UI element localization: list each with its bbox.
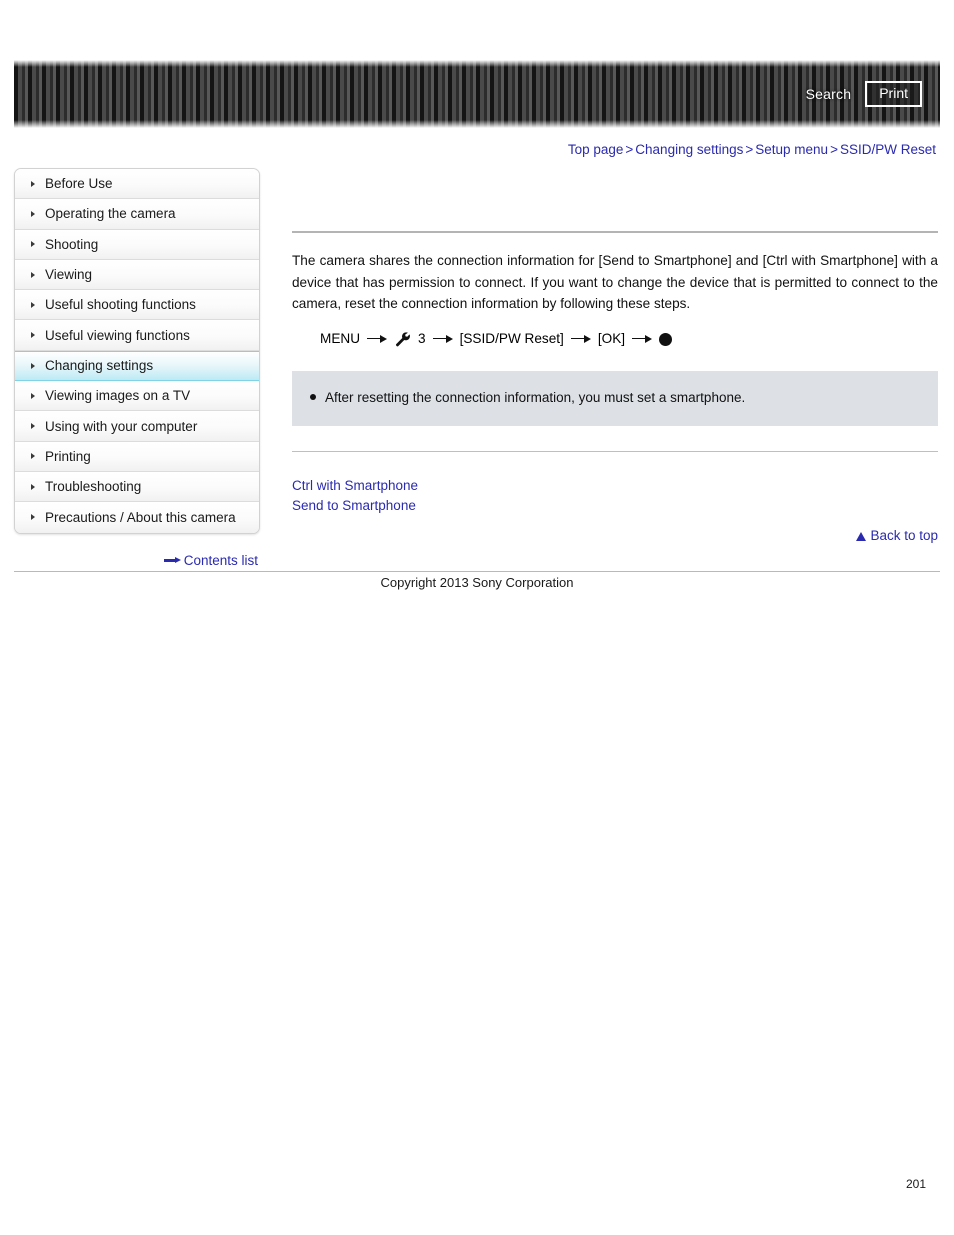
filled-circle-icon <box>659 332 673 346</box>
bullet-icon <box>310 394 316 401</box>
menu-path-step-ok: [OK] <box>597 331 626 347</box>
content-top-divider <box>292 231 938 233</box>
chevron-right-icon <box>31 392 35 399</box>
sidebar-item-precautions-about-this-camera[interactable]: Precautions / About this camera <box>15 502 259 533</box>
site-header: Search Print <box>14 60 940 128</box>
contents-list-label: Contents list <box>183 553 258 568</box>
sidebar-item-viewing-images-on-a-tv[interactable]: Viewing images on a TV <box>15 381 259 412</box>
sidebar-item-shooting[interactable]: Shooting <box>15 229 259 260</box>
print-button[interactable]: Print <box>865 81 922 107</box>
chevron-right-icon <box>31 514 35 521</box>
body-paragraph: The camera shares the connection informa… <box>292 253 938 311</box>
sidebar-item-printing[interactable]: Printing <box>15 441 259 472</box>
main-content: The camera shares the connection informa… <box>292 168 938 543</box>
sidebar-item-label: Useful shooting functions <box>45 297 196 313</box>
related-link-send-to-smartphone[interactable]: Send to Smartphone <box>292 496 938 516</box>
menu-path: MENU 3 [SSID/PW Reset] [OK] <box>292 328 938 350</box>
sidebar-item-operating-the-camera[interactable]: Operating the camera <box>15 199 259 230</box>
menu-path-step-menu: MENU <box>320 331 361 347</box>
breadcrumb-item-changing-settings[interactable]: Changing settings <box>635 142 743 157</box>
page-number: 201 <box>905 1177 926 1191</box>
arrow-right-icon <box>367 334 388 344</box>
sidebar-item-label: Shooting <box>45 236 99 252</box>
chevron-right-icon <box>31 241 35 248</box>
breadcrumb: Top page > Changing settings > Setup menu > SS… <box>568 142 936 157</box>
chevron-right-icon <box>31 453 35 460</box>
sidebar-item-label: Viewing <box>45 267 93 283</box>
arrow-right-icon <box>163 557 181 564</box>
breadcrumb-item-ssid-pw-reset[interactable]: SSID/PW Reset <box>840 142 936 157</box>
contents-list-link[interactable]: Contents list <box>14 553 258 568</box>
sidebar-item-label: Printing <box>45 448 91 464</box>
sidebar-item-useful-shooting-functions[interactable]: Useful shooting functions <box>15 290 259 321</box>
search-link[interactable]: Search <box>806 86 852 102</box>
note-item: After resetting the connection informati… <box>310 388 920 407</box>
copyright-text: Copyright 2013 Sony Corporation <box>380 575 574 590</box>
sidebar-item-using-with-your-computer[interactable]: Using with your computer <box>15 411 259 442</box>
arrow-right-icon <box>570 334 591 344</box>
breadcrumb-item-setup-menu[interactable]: Setup menu <box>755 142 828 157</box>
content-bottom-divider <box>292 451 938 453</box>
menu-path-step-number: 3 <box>418 331 426 347</box>
sidebar-item-troubleshooting[interactable]: Troubleshooting <box>15 471 259 503</box>
sidebar-item-label: Troubleshooting <box>45 479 142 495</box>
sidebar-item-label: Operating the camera <box>45 206 176 222</box>
arrow-right-icon <box>632 334 653 344</box>
sidebar-item-label: Useful viewing functions <box>45 327 190 343</box>
related-links: Ctrl with Smartphone Send to Smartphone <box>292 476 938 516</box>
sidebar-item-viewing[interactable]: Viewing <box>15 259 259 291</box>
wrench-icon <box>394 331 411 347</box>
header-actions: Search Print <box>806 60 922 128</box>
chevron-right-icon <box>31 483 35 490</box>
sidebar-item-label: Viewing images on a TV <box>45 388 191 404</box>
breadcrumb-separator: > <box>625 142 634 157</box>
sidebar-navigation: Before Use Operating the camera Shooting… <box>14 168 260 534</box>
arrow-right-icon <box>432 334 453 344</box>
chevron-right-icon <box>31 301 35 308</box>
chevron-right-icon <box>31 210 35 217</box>
back-to-top-link[interactable]: Back to top <box>292 528 938 543</box>
note-text: After resetting the connection informati… <box>325 390 746 406</box>
breadcrumb-separator: > <box>745 142 754 157</box>
breadcrumb-separator: > <box>830 142 838 157</box>
sidebar-item-label: Changing settings <box>45 358 154 374</box>
chevron-right-icon <box>31 423 35 430</box>
sidebar-item-label: Using with your computer <box>45 418 198 434</box>
note-box: After resetting the connection informati… <box>292 371 938 427</box>
chevron-right-icon <box>31 332 35 339</box>
sidebar-item-changing-settings[interactable]: Changing settings <box>15 350 259 382</box>
footer-divider <box>14 571 940 572</box>
breadcrumb-item-top-page[interactable]: Top page <box>568 142 624 157</box>
sidebar-item-before-use[interactable]: Before Use <box>15 169 259 200</box>
triangle-up-icon <box>856 532 867 542</box>
sidebar-item-label: Precautions / About this camera <box>45 509 236 525</box>
menu-path-step-ssid-pw-reset: [SSID/PW Reset] <box>459 331 564 347</box>
related-link-ctrl-with-smartphone[interactable]: Ctrl with Smartphone <box>292 476 938 496</box>
chevron-right-icon <box>31 271 35 278</box>
sidebar-item-useful-viewing-functions[interactable]: Useful viewing functions <box>15 320 259 351</box>
back-to-top-label: Back to top <box>870 528 938 544</box>
chevron-right-icon <box>31 180 35 187</box>
sidebar-item-label: Before Use <box>45 176 113 192</box>
chevron-right-icon <box>31 362 35 369</box>
